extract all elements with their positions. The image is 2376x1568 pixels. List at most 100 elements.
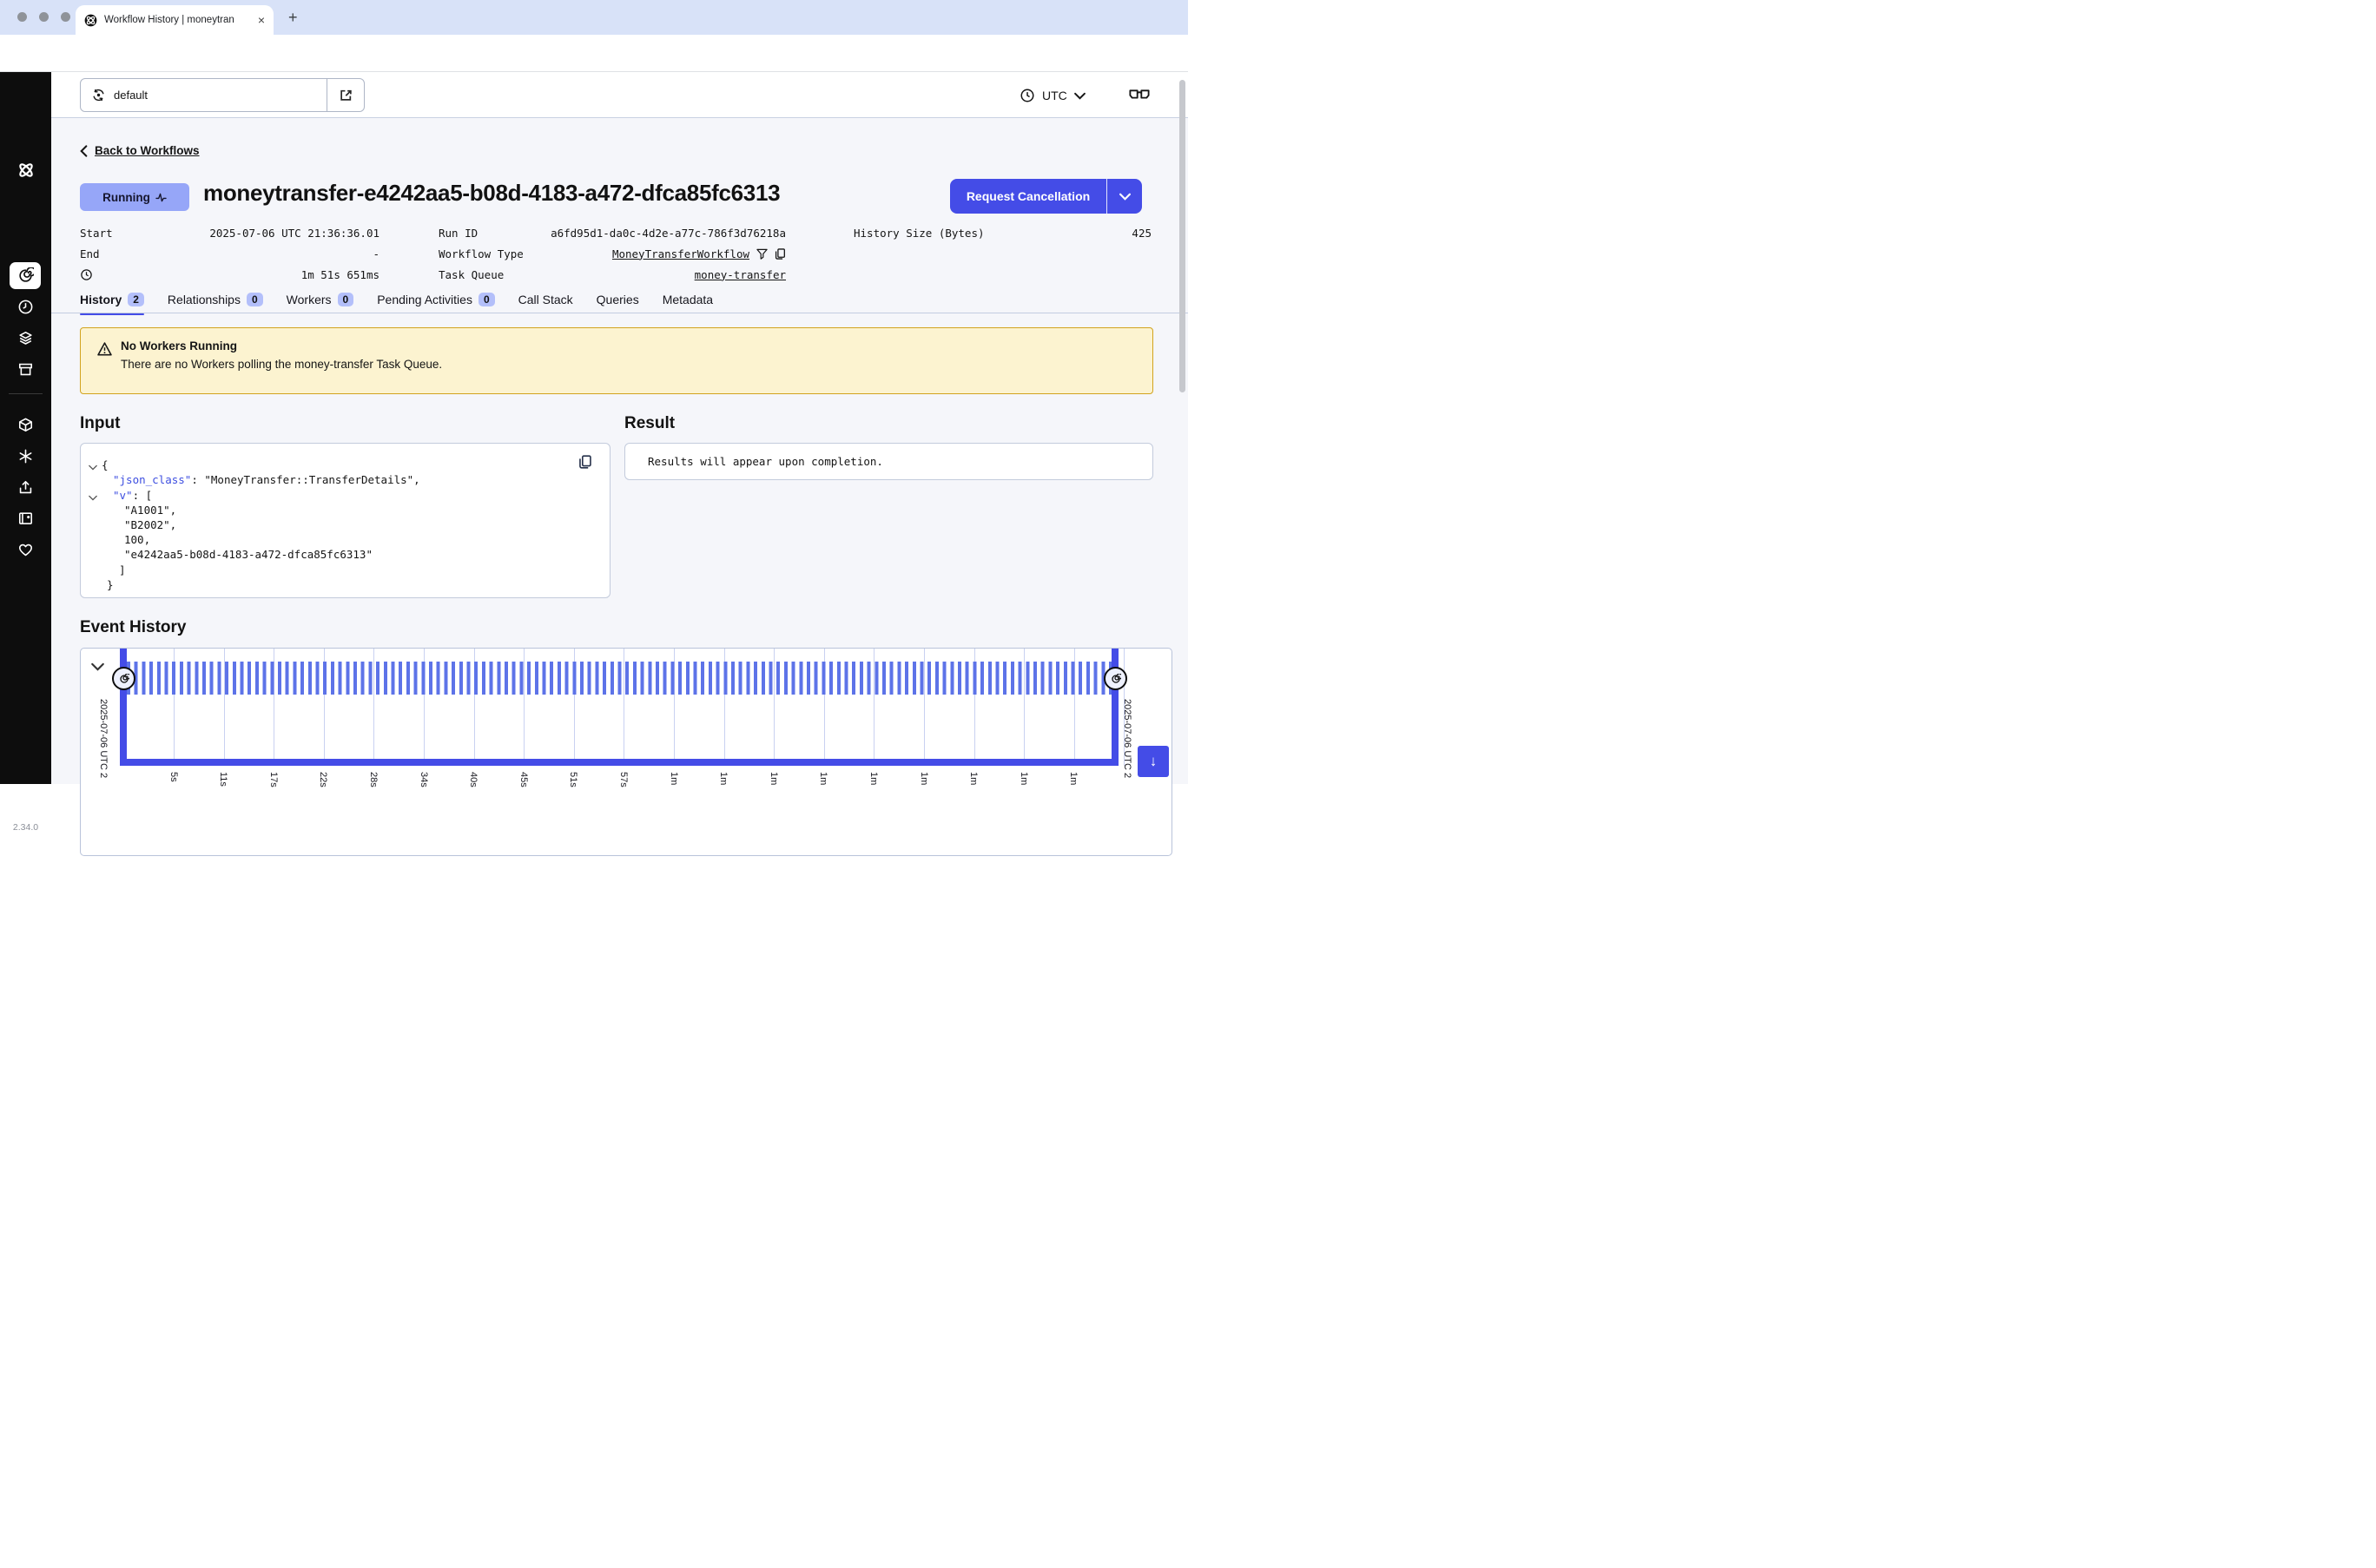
timeline-tick-label: 1m <box>968 772 979 785</box>
browser-toolbar: ← → ⟳ ⓘ localhost:8080/namespaces/defaul… <box>0 35 1188 72</box>
event-history-plot: 2025-07-06 UTC 2 2025-07-06 UTC 2 ↓ 5s11… <box>80 648 1172 856</box>
collapse-root-chevron-icon[interactable] <box>89 464 97 471</box>
meta-row-run-id: Run ID a6fd95d1-da0c-4d2e-a77c-786f3d762… <box>439 222 786 243</box>
timeline-tick-label: 34s <box>419 772 429 787</box>
sidebar-item-feedback[interactable] <box>0 542 51 558</box>
workflow-started-event-marker[interactable] <box>112 667 135 690</box>
tab-badge: 0 <box>478 293 495 306</box>
filter-funnel-icon[interactable] <box>756 248 768 260</box>
timeline-tick-label: 1m <box>1019 772 1029 785</box>
page-scrollbar-thumb[interactable] <box>1179 80 1185 392</box>
meta-row-end: End - <box>80 243 380 264</box>
timeline-tick-label: 45s <box>518 772 529 787</box>
tab-metadata[interactable]: Metadata <box>663 287 713 313</box>
sidebar-item-schedules[interactable] <box>0 299 51 315</box>
sidebar-item-nexus[interactable] <box>0 417 51 433</box>
workflow-type-link[interactable]: MoneyTransferWorkflow <box>612 247 749 260</box>
timeline-tick-label: 1m <box>769 772 779 785</box>
result-card: Results will appear upon completion. <box>624 443 1153 480</box>
tab-workers[interactable]: Workers 0 <box>287 287 354 313</box>
copy-input-icon[interactable] <box>578 455 592 469</box>
latest-event-marker[interactable] <box>1104 667 1127 690</box>
collapse-array-chevron-icon[interactable] <box>89 495 97 501</box>
request-cancellation-label[interactable]: Request Cancellation <box>950 179 1106 214</box>
namespace-selector[interactable]: default <box>80 78 365 112</box>
sidebar-item-batch-operations[interactable] <box>0 330 51 346</box>
tab-label: Workers <box>287 293 332 306</box>
status-badge: Running <box>80 183 189 211</box>
cancellation-menu-chevron-icon[interactable] <box>1106 179 1142 214</box>
timeline-end-date-label: 2025-07-06 UTC 2 <box>1122 699 1132 778</box>
input-json-card: { "json_class": "MoneyTransfer::Transfer… <box>80 443 610 598</box>
theme-toggle-sun-icon[interactable] <box>0 786 51 802</box>
meta-row-duration: 1m 51s 651ms <box>80 264 380 285</box>
clock-icon <box>1020 88 1035 103</box>
json-value: : "MoneyTransfer::TransferDetails", <box>191 473 419 486</box>
scroll-to-bottom-button[interactable]: ↓ <box>1138 746 1169 777</box>
sidebar-item-workflows[interactable] <box>10 262 41 289</box>
tab-close-icon[interactable]: × <box>258 14 265 26</box>
timeline-running-band <box>127 662 1112 695</box>
end-label: End <box>80 247 100 260</box>
meta-row-start: Start 2025-07-06 UTC 21:36:36.01 <box>80 222 380 243</box>
task-queue-link[interactable]: money-transfer <box>695 268 786 281</box>
window-close-button[interactable] <box>17 12 27 22</box>
heartbeat-icon <box>155 193 167 202</box>
json-key: "json_class" <box>113 473 191 486</box>
temporal-favicon <box>84 14 97 27</box>
workflow-tabs: History 2 Relationships 0 Workers 0 Pend… <box>80 287 713 313</box>
tab-relationships[interactable]: Relationships 0 <box>168 287 263 313</box>
tab-pending-activities[interactable]: Pending Activities 0 <box>377 287 494 313</box>
workflow-title: moneytransfer-e4242aa5-b08d-4183-a472-df… <box>203 180 780 207</box>
warning-triangle-icon <box>97 342 112 356</box>
timezone-label: UTC <box>1042 89 1067 102</box>
browser-tab[interactable]: Workflow History | moneytran × <box>76 5 274 35</box>
request-cancellation-button[interactable]: Request Cancellation <box>950 179 1142 214</box>
timeline-collapse-chevron-icon[interactable] <box>91 662 104 671</box>
timeline-tick-label: 1m <box>669 772 679 785</box>
window-minimize-button[interactable] <box>39 12 49 22</box>
json-line: "json_class": "MoneyTransfer::TransferDe… <box>113 473 420 486</box>
copy-workflow-type-icon[interactable] <box>775 248 786 260</box>
json-line: "B2002", <box>124 518 176 531</box>
timeline-tick-label: 11s <box>218 772 228 787</box>
timezone-selector[interactable]: UTC <box>1020 83 1086 108</box>
meta-row-history-size: History Size (Bytes) 425 <box>854 222 1152 243</box>
back-to-workflows-link[interactable]: Back to Workflows <box>80 144 200 157</box>
tab-badge: 0 <box>338 293 354 306</box>
json-line: 100, <box>124 533 150 546</box>
duration-clock-icon <box>80 268 93 281</box>
sidebar-item-import[interactable] <box>0 479 51 496</box>
timeline-tick-label: 5s <box>168 772 179 782</box>
tab-label: Queries <box>597 293 639 306</box>
window-zoom-button[interactable] <box>61 12 70 22</box>
sidebar-item-archive[interactable] <box>0 361 51 378</box>
tab-history[interactable]: History 2 <box>80 287 144 313</box>
timeline-tick-label: 17s <box>268 772 279 787</box>
json-line: "e4242aa5-b08d-4183-a472-dfca85fc6313" <box>124 548 373 561</box>
json-line: { <box>102 458 109 471</box>
tab-call-stack[interactable]: Call Stack <box>518 287 573 313</box>
duration-value: 1m 51s 651ms <box>301 268 380 281</box>
tab-label: Relationships <box>168 293 241 306</box>
namespace-external-link-icon[interactable] <box>327 79 364 111</box>
status-label: Running <box>102 191 150 204</box>
json-key: "v" <box>113 489 133 502</box>
timeline-tick-label: 1m <box>818 772 828 785</box>
json-line: "A1001", <box>124 504 176 517</box>
tab-label: History <box>80 293 122 306</box>
result-heading: Result <box>624 414 675 433</box>
meta-column-times: Start 2025-07-06 UTC 21:36:36.01 End - 1… <box>80 222 380 285</box>
workflow-type-label: Workflow Type <box>439 247 524 260</box>
labs-glasses-icon[interactable] <box>1129 87 1150 101</box>
tab-queries[interactable]: Queries <box>597 287 639 313</box>
new-tab-button[interactable]: + <box>288 9 298 27</box>
json-line: ] <box>119 563 126 576</box>
meta-column-history-size: History Size (Bytes) 425 <box>854 222 1152 243</box>
json-line: } <box>107 578 114 591</box>
json-line: "v": [ <box>113 489 152 502</box>
sidebar-item-docs[interactable] <box>0 511 51 527</box>
warning-title: No Workers Running <box>121 339 237 352</box>
sidebar-item-labs[interactable] <box>0 448 51 464</box>
timeline-tick-label: 22s <box>318 772 328 787</box>
